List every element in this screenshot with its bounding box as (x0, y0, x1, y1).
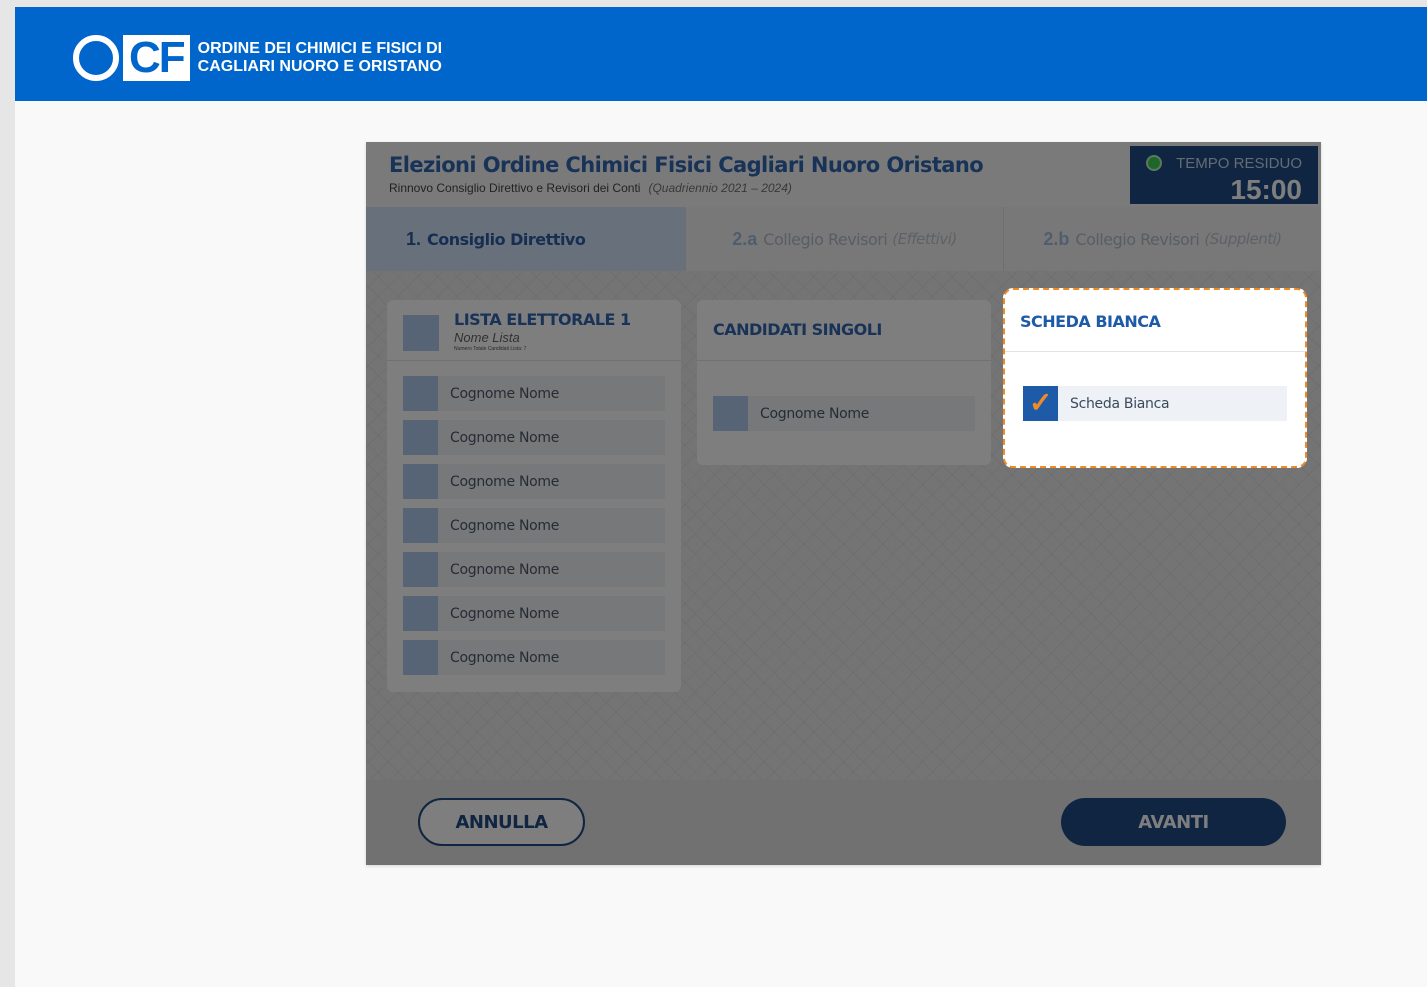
lista-card: LISTA ELETTORALE 1 Nome Lista Numero Tot… (387, 300, 681, 692)
candidate-row[interactable]: Cognome Nome (403, 552, 665, 587)
candidate-row[interactable]: Cognome Nome (403, 376, 665, 411)
tab-number: 2.b (1043, 228, 1070, 249)
candidate-checkbox[interactable] (403, 640, 438, 675)
lista-checkbox[interactable] (403, 315, 439, 351)
panel-header: Elezioni Ordine Chimici Fisici Cagliari … (366, 142, 1321, 207)
timer-value: 15:00 (1230, 174, 1302, 205)
candidate-checkbox[interactable] (403, 464, 438, 499)
singoli-card: CANDIDATI SINGOLI Cognome Nome (697, 300, 991, 465)
tab-label: Consiglio Direttivo (427, 229, 586, 249)
candidate-name: Cognome Nome (450, 386, 560, 402)
scheda-bianca-option[interactable]: ✓ Scheda Bianca (1023, 386, 1287, 421)
lista-note: Numero Totale Candidati Lista: 7 (454, 346, 527, 352)
bianca-card-header: SCHEDA BIANCA (1005, 290, 1305, 352)
candidate-name: Cognome Nome (450, 518, 560, 534)
scheda-bianca-card: SCHEDA BIANCA ✓ Scheda Bianca (1003, 288, 1307, 468)
candidate-row[interactable]: Cognome Nome (713, 396, 975, 431)
singoli-title: CANDIDATI SINGOLI (713, 320, 882, 339)
tab-number: 1. (406, 228, 422, 249)
candidate-row[interactable]: Cognome Nome (403, 508, 665, 543)
candidate-checkbox[interactable] (403, 376, 438, 411)
logo-cf-mark: CF (123, 35, 190, 81)
page: CF ORDINE DEI CHIMICI E FISICI DI CAGLIA… (15, 7, 1427, 987)
election-period: (Quadriennio 2021 – 2024) (648, 181, 792, 195)
candidate-name: Cognome Nome (450, 474, 560, 490)
cancel-button[interactable]: ANNULLA (418, 798, 585, 846)
candidate-name: Cognome Nome (450, 562, 560, 578)
timer-status-icon (1146, 155, 1162, 171)
election-subtitle: Rinnovo Consiglio Direttivo e Revisori d… (389, 181, 792, 195)
tab-consiglio-direttivo[interactable]: 1. Consiglio Direttivo (366, 207, 686, 271)
candidate-name: Cognome Nome (450, 430, 560, 446)
tab-revisori-supplenti[interactable]: 2.b Collegio Revisori (Supplenti) (1004, 207, 1321, 271)
tab-number: 2.a (732, 228, 758, 249)
logo-text-line1: ORDINE DEI CHIMICI E FISICI DI (197, 40, 443, 57)
timer-label: TEMPO RESIDUO (1176, 155, 1302, 172)
ballot-tabs: 1. Consiglio Direttivo 2.a Collegio Revi… (366, 207, 1321, 271)
tab-revisori-effettivi[interactable]: 2.a Collegio Revisori (Effettivi) (686, 207, 1004, 271)
candidate-name: Cognome Nome (760, 406, 870, 422)
logo-text: ORDINE DEI CHIMICI E FISICI DI CAGLIARI … (198, 40, 442, 76)
ocf-logo: CF ORDINE DEI CHIMICI E FISICI DI CAGLIA… (73, 34, 442, 82)
scheda-bianca-checkbox[interactable]: ✓ (1023, 386, 1058, 421)
tab-label: Collegio Revisori (1075, 229, 1200, 249)
lista-name: Nome Lista (454, 330, 520, 345)
candidate-checkbox[interactable] (403, 552, 438, 587)
timer-box: TEMPO RESIDUO 15:00 (1130, 146, 1318, 205)
check-icon: ✓ (1029, 387, 1053, 418)
candidate-checkbox[interactable] (403, 420, 438, 455)
candidate-checkbox[interactable] (403, 508, 438, 543)
top-bar: CF ORDINE DEI CHIMICI E FISICI DI CAGLIA… (15, 7, 1427, 101)
lista-title: LISTA ELETTORALE 1 (454, 310, 631, 329)
candidate-checkbox[interactable] (403, 596, 438, 631)
candidate-name: Cognome Nome (450, 650, 560, 666)
tab-sublabel: (Supplenti) (1204, 230, 1282, 248)
logo-o-mark (73, 35, 119, 81)
bianca-title: SCHEDA BIANCA (1020, 312, 1161, 331)
election-subtitle-text: Rinnovo Consiglio Direttivo e Revisori d… (389, 181, 641, 195)
candidate-checkbox[interactable] (713, 396, 748, 431)
candidate-row[interactable]: Cognome Nome (403, 596, 665, 631)
logo-text-line2: CAGLIARI NUORO E ORISTANO (197, 58, 442, 75)
lista-card-header: LISTA ELETTORALE 1 Nome Lista Numero Tot… (387, 300, 681, 361)
candidate-row[interactable]: Cognome Nome (403, 640, 665, 675)
ballot-panel: Elezioni Ordine Chimici Fisici Cagliari … (366, 142, 1321, 865)
candidate-name: Cognome Nome (450, 606, 560, 622)
candidate-row[interactable]: Cognome Nome (403, 420, 665, 455)
tab-label: Collegio Revisori (763, 229, 888, 249)
election-title: Elezioni Ordine Chimici Fisici Cagliari … (389, 153, 984, 177)
next-button[interactable]: AVANTI (1061, 798, 1286, 846)
tab-sublabel: (Effettivi) (892, 230, 957, 248)
singoli-card-header: CANDIDATI SINGOLI (697, 300, 991, 361)
candidate-row[interactable]: Cognome Nome (403, 464, 665, 499)
panel-footer: ANNULLA AVANTI (366, 780, 1321, 865)
scheda-bianca-label: Scheda Bianca (1070, 396, 1170, 412)
